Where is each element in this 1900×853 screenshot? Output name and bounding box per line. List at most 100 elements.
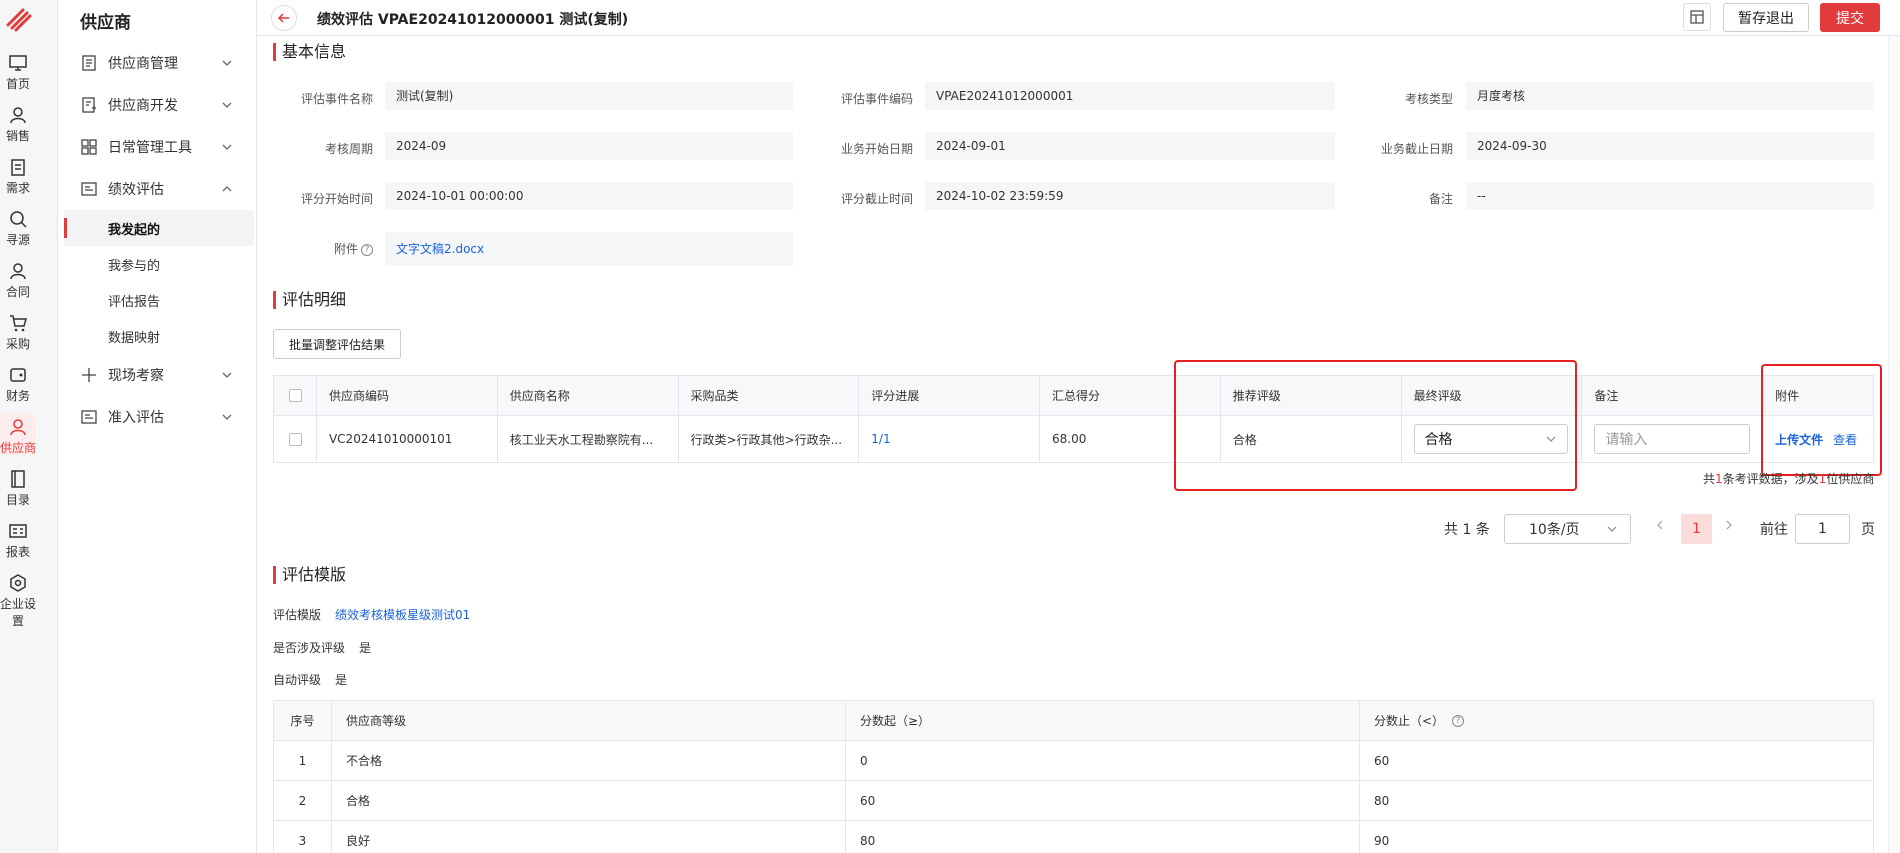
app-logo-icon[interactable] — [3, 3, 33, 33]
arrow-left-icon — [277, 13, 289, 23]
vertical-scrollbar[interactable] — [1888, 36, 1900, 853]
chevron-down-icon — [222, 60, 232, 66]
progress-link[interactable]: 1/1 — [871, 432, 890, 446]
header-score-to: 分数止（<）? — [1360, 701, 1873, 740]
chevron-right-icon — [1726, 520, 1732, 530]
module-sidebar: 供应商 供应商管理 供应商开发 日常管理工具 绩效评估 我发起的 我参与的 评估… — [58, 0, 257, 853]
rail-demand[interactable]: 需求 — [0, 157, 36, 196]
next-page-button[interactable] — [1724, 519, 1734, 535]
sub-evaluation-report[interactable]: 评估报告 — [64, 282, 254, 318]
table-row: 3 良好 80 90 — [274, 821, 1873, 853]
menu-supplier-management[interactable]: 供应商管理 — [58, 43, 257, 83]
menu-performance-evaluation[interactable]: 绩效评估 — [58, 169, 257, 209]
field-value-attachment: 文字文稿2.docx — [385, 232, 793, 266]
table-row: 2 合格 60 80 — [274, 781, 1873, 821]
header-category: 采购品类 — [679, 376, 860, 415]
goto-label: 前往 — [1760, 522, 1788, 538]
field-label-score-start: 评分开始时间 — [300, 192, 373, 206]
wallet-icon — [10, 368, 26, 382]
cell-progress: 1/1 — [859, 416, 1041, 462]
row-checkbox[interactable] — [289, 432, 302, 446]
row-select-cell — [274, 416, 317, 462]
clipboard-icon — [11, 159, 25, 176]
rail-purchase[interactable]: 采购 — [0, 313, 36, 352]
template-link[interactable]: 绩效考核模板星级测试01 — [335, 608, 470, 622]
field-label-assess-type: 考核类型 — [1404, 92, 1453, 106]
chevron-down-icon — [1607, 526, 1617, 532]
table-header-row: 供应商编码 供应商名称 采购品类 评分进展 汇总得分 推荐评级 最终评级 备注 … — [274, 376, 1873, 416]
rail-sourcing[interactable]: 寻源 — [0, 209, 36, 248]
page-number-current[interactable]: 1 — [1681, 514, 1712, 544]
help-icon[interactable]: ? — [1452, 714, 1465, 727]
save-exit-button[interactable]: 暂存退出 — [1723, 3, 1809, 32]
cell-supplier-name: 核工业天水工程勘察院有... — [498, 416, 679, 462]
layout-icon — [1690, 10, 1704, 24]
attachment-link[interactable]: 文字文稿2.docx — [396, 242, 484, 256]
rail-enterprise-settings[interactable]: 企业设置 — [0, 573, 41, 629]
field-label-event-code: 评估事件编码 — [840, 92, 913, 106]
menu-daily-tools[interactable]: 日常管理工具 — [58, 127, 257, 167]
report-card-icon — [81, 182, 97, 196]
chevron-left-icon — [1657, 520, 1663, 530]
field-value-remark: -- — [1466, 182, 1874, 210]
cart-icon — [10, 315, 27, 332]
page-size-select[interactable]: 10条/页 — [1504, 514, 1631, 544]
menu-supplier-development[interactable]: 供应商开发 — [58, 85, 257, 125]
monitor-icon — [9, 55, 27, 71]
sub-participated[interactable]: 我参与的 — [64, 246, 254, 282]
rail-catalog[interactable]: 目录 — [0, 469, 36, 508]
section-title-basic: 基本信息 — [273, 43, 346, 61]
chevron-down-icon — [222, 144, 232, 150]
document-icon — [82, 55, 96, 71]
goto-page-input[interactable]: 1 — [1795, 514, 1850, 544]
field-value-score-end: 2024-10-02 23:59:59 — [925, 182, 1335, 210]
app-rail: 首页 销售 需求 寻源 合同 采购 财务 供应商 目录 报表 企业设置 — [0, 0, 58, 853]
count-summary: 共1条考评数据，涉及1位供应商 — [1703, 472, 1875, 486]
pagination-total: 共 1 条 — [1444, 522, 1490, 538]
rail-finance[interactable]: 财务 — [0, 365, 36, 404]
field-value-event-name: 测试(复制) — [385, 82, 793, 110]
field-label-biz-end: 业务截止日期 — [1380, 142, 1453, 156]
batch-adjust-button[interactable]: 批量调整评估结果 — [273, 329, 401, 359]
header-grade: 供应商等级 — [332, 701, 846, 740]
plus-icon — [82, 368, 96, 382]
field-value-biz-end: 2024-09-30 — [1466, 132, 1874, 160]
sub-data-mapping[interactable]: 数据映射 — [64, 318, 254, 354]
back-button[interactable] — [271, 5, 297, 31]
field-value-score-start: 2024-10-01 00:00:00 — [385, 182, 793, 210]
rail-contract[interactable]: 合同 — [0, 261, 36, 300]
highlight-box-grades — [1174, 360, 1577, 491]
cell-supplier-code: VC20241010000101 — [317, 416, 498, 462]
chevron-down-icon — [222, 102, 232, 108]
edit-document-icon — [82, 97, 96, 113]
rail-sales[interactable]: 销售 — [0, 105, 36, 144]
field-label-event-name: 评估事件名称 — [300, 92, 373, 106]
submit-button[interactable]: 提交 — [1820, 3, 1880, 32]
prev-page-button[interactable] — [1655, 519, 1665, 535]
report-card-icon — [81, 410, 97, 424]
layout-toggle-button[interactable] — [1683, 3, 1711, 31]
field-value-event-code: VPAE20241012000001 — [925, 82, 1335, 110]
field-value-assess-type: 月度考核 — [1466, 82, 1874, 110]
field-label-period: 考核周期 — [324, 142, 373, 156]
field-value-biz-start: 2024-09-01 — [925, 132, 1335, 160]
search-icon — [10, 211, 27, 228]
sub-initiated-by-me[interactable]: 我发起的 — [64, 210, 254, 246]
book-icon — [11, 470, 25, 488]
auto-rating-row: 自动评级是 — [273, 673, 348, 687]
cell-remark: 请输入 — [1582, 416, 1764, 462]
header-progress: 评分进展 — [859, 376, 1041, 415]
menu-admission-evaluation[interactable]: 准入评估 — [58, 397, 257, 437]
remark-input[interactable]: 请输入 — [1594, 424, 1751, 454]
table-row: VC20241010000101 核工业天水工程勘察院有... 行政类>行政其他… — [274, 416, 1873, 462]
rail-reports[interactable]: 报表 — [0, 521, 36, 560]
cell-category: 行政类>行政其他>行政杂... — [679, 416, 860, 462]
header-index: 序号 — [274, 701, 332, 740]
report-icon — [9, 524, 27, 538]
rail-supplier[interactable]: 供应商 — [0, 413, 36, 455]
page-suffix-label: 页 — [1861, 522, 1875, 538]
help-icon[interactable]: ? — [361, 244, 373, 256]
menu-site-inspection[interactable]: 现场考察 — [58, 355, 257, 395]
rail-home[interactable]: 首页 — [0, 53, 36, 92]
select-all-checkbox[interactable] — [289, 389, 302, 402]
